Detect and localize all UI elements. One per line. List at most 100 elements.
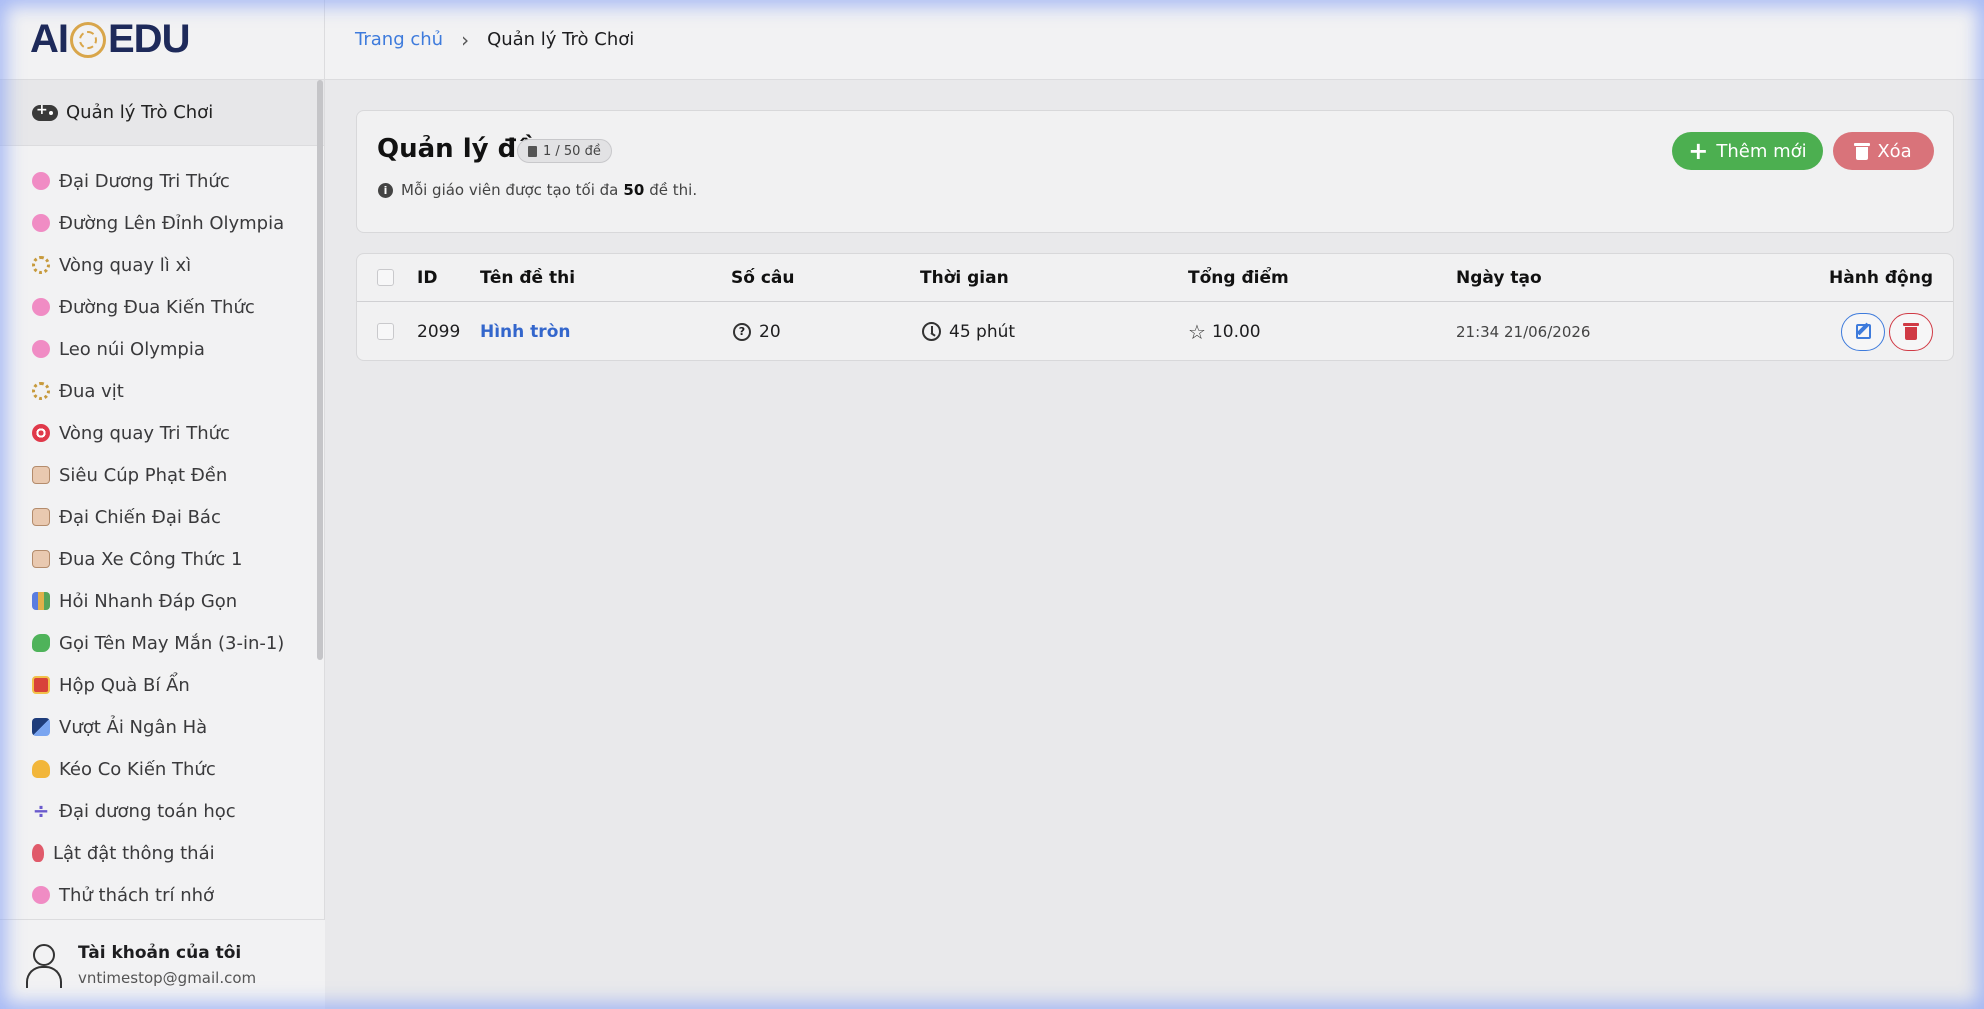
quota-badge: 1 / 50 đề (517, 139, 612, 163)
sidebar-item-label: Kéo Co Kiến Thức (59, 758, 216, 780)
trash-icon (1903, 323, 1919, 340)
sidebar-item-label: Vượt Ải Ngân Hà (59, 716, 208, 738)
sidebar-item[interactable]: Đường Đua Kiến Thức (0, 286, 318, 328)
sidebar-item[interactable]: Đường Lên Đỉnh Olympia (0, 202, 318, 244)
column-header-questions: Số câu (731, 267, 795, 288)
sidebar-item[interactable]: Lật đật thông thái (0, 832, 318, 874)
table-header: ID Tên đề thi Số câu Thời gian Tổng điểm… (357, 254, 1953, 302)
account-panel[interactable]: Tài khoản của tôi vntimestop@gmail.com (0, 919, 325, 1009)
table-row: 2099 Hình tròn ? 20 45 phút ☆ 10.00 21:3… (357, 302, 1953, 360)
sidebar-section-label: Quản lý Trò Chơi (66, 102, 214, 123)
sidebar-item[interactable]: Thử thách trí nhớ (0, 874, 318, 916)
add-new-button[interactable]: + Thêm mới (1672, 132, 1823, 170)
sidebar-item-label: Thử thách trí nhớ (59, 884, 215, 906)
sidebar-item[interactable]: Hỏi Nhanh Đáp Gọn (0, 580, 318, 622)
row-score: 10.00 (1211, 321, 1261, 342)
sidebar-item[interactable]: ÷ Đại dương toán học (0, 790, 318, 832)
add-new-label: Thêm mới (1716, 140, 1807, 162)
quota-note-prefix: Mỗi giáo viên được tạo tối đa (401, 181, 619, 199)
sidebar-item[interactable]: Đua Xe Công Thức 1 (0, 538, 318, 580)
edit-button[interactable] (1841, 312, 1885, 351)
column-header-time: Thời gian (920, 267, 1009, 288)
sidebar-item[interactable]: Đại Dương Tri Thức (0, 160, 318, 202)
muscle-icon (32, 760, 50, 778)
sidebar-item[interactable]: Hộp Quà Bí Ẩn (0, 664, 318, 706)
chevron-right-icon: › (461, 27, 470, 52)
sidebar-item-label: Gọi Tên May Mắn (3-in-1) (59, 632, 285, 654)
column-header-name: Tên đề thi (480, 267, 576, 288)
exam-table: ID Tên đề thi Số câu Thời gian Tổng điểm… (356, 253, 1954, 361)
edit-icon (1855, 324, 1871, 339)
sidebar-item-label: Đại Chiến Đại Bác (59, 506, 221, 528)
breadcrumb: Trang chủ › Quản lý Trò Chơi (325, 0, 1984, 80)
brain-icon (32, 172, 50, 190)
trash-icon (1854, 142, 1871, 160)
star-icon: ☆ (1188, 319, 1206, 344)
sidebar-item[interactable]: Siêu Cúp Phạt Đền (0, 454, 318, 496)
brain-logo-icon (70, 21, 106, 58)
sidebar-item-label: Hộp Quà Bí Ẩn (59, 674, 190, 696)
sidebar-menu: Đại Dương Tri Thức Đường Lên Đỉnh Olympi… (0, 160, 318, 920)
app-logo[interactable]: AI EDU (30, 17, 190, 62)
sidebar-section-games[interactable]: Quản lý Trò Chơi (0, 80, 324, 146)
sidebar-item-label: Vòng quay Tri Thức (59, 422, 230, 444)
column-header-created: Ngày tạo (1456, 267, 1542, 288)
quota-note-value: 50 (623, 181, 645, 199)
sidebar-item-label: Vòng quay lì xì (59, 254, 192, 276)
logo-area: AI EDU (0, 0, 324, 80)
wheel-icon (32, 256, 50, 274)
note-icon (32, 466, 50, 484)
sidebar-item-label: Đại Dương Tri Thức (59, 170, 230, 192)
clock-icon (922, 322, 941, 341)
delete-selected-label: Xóa (1877, 140, 1912, 162)
page-title: Quản lý đề (377, 134, 534, 164)
column-header-id: ID (417, 267, 438, 288)
sidebar-item-label: Siêu Cúp Phạt Đền (59, 464, 228, 486)
note-icon (32, 550, 50, 568)
sidebar-item[interactable]: Đại Chiến Đại Bác (0, 496, 318, 538)
logo-text-edu: EDU (108, 17, 190, 61)
row-created: 21:34 21/06/2026 (1456, 322, 1591, 341)
row-time: 45 phút (949, 321, 1016, 342)
sidebar-item[interactable]: Vòng quay Tri Thức (0, 412, 318, 454)
column-header-actions: Hành động (1829, 267, 1933, 288)
sidebar-item[interactable]: Vòng quay lì xì (0, 244, 318, 286)
sidebar-item-label: Leo núi Olympia (59, 338, 205, 360)
brain-icon (32, 886, 50, 904)
select-all-checkbox[interactable] (377, 269, 394, 286)
account-email: vntimestop@gmail.com (78, 968, 257, 987)
sidebar-scrollbar[interactable] (317, 80, 323, 660)
sidebar-item[interactable]: Đua vịt (0, 370, 318, 412)
logo-text-ai: AI (30, 17, 69, 61)
space-icon (32, 718, 50, 736)
note-icon (32, 508, 50, 526)
row-questions: 20 (759, 321, 781, 342)
exam-name-link[interactable]: Hình tròn (480, 322, 570, 342)
sidebar-item[interactable]: Kéo Co Kiến Thức (0, 748, 318, 790)
account-title: Tài khoản của tôi (78, 942, 242, 963)
sidebar-item[interactable]: Gọi Tên May Mắn (3-in-1) (0, 622, 318, 664)
brain-icon (32, 214, 50, 232)
sidebar-item[interactable]: Leo núi Olympia (0, 328, 318, 370)
quota-note: i Mỗi giáo viên được tạo tối đa 50 đề th… (378, 181, 697, 199)
target-icon (32, 424, 50, 442)
sidebar-item-label: Đại dương toán học (59, 800, 236, 822)
row-checkbox[interactable] (377, 323, 394, 340)
breadcrumb-home-link[interactable]: Trang chủ (355, 29, 443, 50)
books-icon (32, 592, 50, 610)
sidebar-item-label: Đường Lên Đỉnh Olympia (59, 212, 285, 234)
question-icon: ? (733, 322, 751, 341)
sidebar-item-label: Hỏi Nhanh Đáp Gọn (59, 590, 238, 612)
document-icon (528, 145, 537, 157)
row-id: 2099 (417, 321, 461, 342)
sidebar-item-label: Đua vịt (59, 380, 124, 402)
wheel-icon (32, 382, 50, 400)
breadcrumb-current: Quản lý Trò Chơi (487, 29, 635, 50)
delete-row-button[interactable] (1889, 312, 1933, 351)
sidebar-item[interactable]: Vượt Ải Ngân Hà (0, 706, 318, 748)
quota-badge-text: 1 / 50 đề (543, 143, 601, 159)
delete-selected-button[interactable]: Xóa (1833, 132, 1934, 170)
gift-icon (32, 676, 50, 694)
sidebar-item-label: Đua Xe Công Thức 1 (59, 548, 243, 570)
user-icon (24, 943, 62, 988)
